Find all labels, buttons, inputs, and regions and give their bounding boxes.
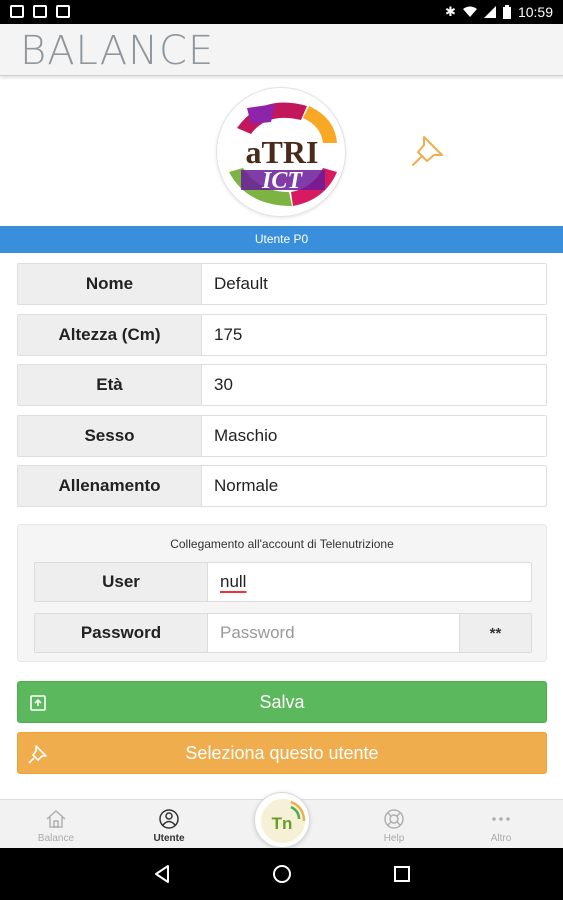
svg-text:aTRI: aTRI [246, 134, 319, 170]
training-value[interactable]: Normale [214, 466, 278, 506]
training-field-row[interactable]: Allenamento Normale [17, 465, 547, 507]
bluetooth-icon: ✱ [445, 4, 456, 19]
clock: 10:59 [517, 4, 553, 20]
clipboard-check-icon [33, 5, 47, 18]
tab-altro[interactable]: Altro [461, 800, 541, 849]
app-bar: BALANCE [0, 24, 563, 76]
system-icons: ✱ 10:59 [445, 3, 553, 21]
more-icon [492, 817, 510, 821]
training-label: Allenamento [18, 466, 202, 506]
name-value[interactable]: Default [214, 264, 268, 304]
user-icon [159, 809, 179, 829]
battery-icon [502, 5, 511, 19]
sex-value[interactable]: Maschio [214, 416, 277, 456]
tab-help-label: Help [383, 833, 405, 844]
app-title: BALANCE [20, 28, 215, 74]
notification-icons [10, 5, 70, 18]
home-nav-icon[interactable] [270, 862, 294, 886]
tab-help[interactable]: Help [354, 800, 434, 849]
password-label: Password [35, 614, 208, 652]
name-field-row[interactable]: Nome Default [17, 263, 547, 305]
user-field-row[interactable]: User null [34, 562, 532, 602]
home-icon [46, 809, 66, 828]
name-label: Nome [18, 264, 202, 304]
save-icon [30, 695, 46, 711]
tab-altro-label: Altro [490, 833, 512, 844]
user-label: User [35, 563, 208, 601]
age-label: Età [18, 365, 202, 405]
image-icon [10, 5, 24, 18]
lifebuoy-icon [384, 809, 404, 829]
wifi-icon [462, 6, 477, 17]
password-input[interactable]: Password [220, 614, 295, 652]
atri-ict-logo-image: aTRI ICT [229, 102, 337, 206]
telenutrition-account-panel: Collegamento all'account di Telenutrizio… [17, 524, 547, 662]
sex-label: Sesso [18, 416, 202, 456]
height-field-row[interactable]: Altezza (Cm) 175 [17, 314, 547, 356]
user-header: Utente P0 [0, 226, 563, 253]
back-icon[interactable] [150, 862, 174, 886]
save-button[interactable]: Salva [17, 681, 547, 723]
tab-balance[interactable]: Balance [16, 800, 96, 849]
gallery-icon [56, 5, 70, 18]
age-value[interactable]: 30 [214, 365, 233, 405]
pin-icon-glyph [412, 136, 443, 166]
height-value[interactable]: 175 [214, 315, 242, 355]
tab-utente-label: Utente [153, 833, 185, 844]
android-nav-bar [0, 848, 563, 900]
telenutrizione-logo: Tn [261, 799, 306, 843]
account-panel-title: Collegamento all'account di Telenutrizio… [170, 537, 394, 551]
user-input[interactable]: null [220, 563, 246, 601]
recents-icon[interactable] [390, 862, 414, 886]
tab-balance-label: Balance [37, 833, 75, 844]
tab-utente[interactable]: Utente [129, 800, 209, 849]
status-bar: ✱ 10:59 [0, 0, 563, 24]
telenutrizione-logo-text: Tn [272, 814, 293, 833]
organization-logo: aTRI ICT [216, 87, 346, 217]
sex-field-row[interactable]: Sesso Maschio [17, 415, 547, 457]
pin-icon[interactable] [410, 133, 446, 169]
save-label: Salva [259, 691, 305, 712]
svg-text:ICT: ICT [261, 168, 303, 194]
show-password-button[interactable]: ** [459, 614, 531, 652]
signal-icon [483, 6, 496, 18]
pin-icon [28, 745, 47, 764]
select-user-button[interactable]: Seleziona questo utente [17, 732, 547, 774]
password-field-row[interactable]: Password Password ** [34, 613, 532, 653]
height-label: Altezza (Cm) [18, 315, 202, 355]
select-user-label: Seleziona questo utente [185, 742, 379, 763]
age-field-row[interactable]: Età 30 [17, 364, 547, 406]
user-value: null [220, 572, 247, 591]
telenutrizione-button[interactable]: Tn [254, 792, 310, 848]
